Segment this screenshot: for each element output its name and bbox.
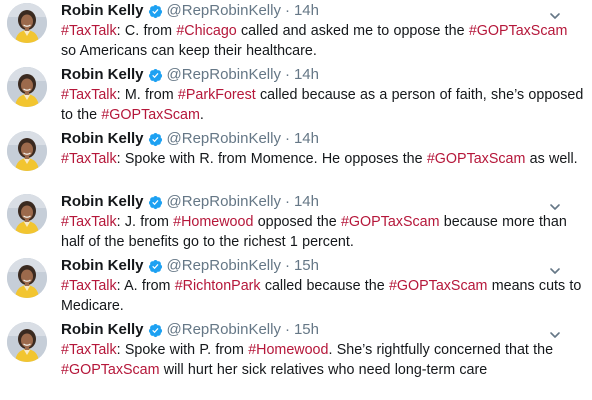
tweet-text-segment: will hurt her sick relatives who need lo… — [159, 362, 488, 378]
hashtag-link[interactable]: #RichtonPark — [175, 278, 261, 294]
tweet-header: Robin Kelly @RepRobinKelly · 14h — [61, 0, 319, 22]
author-handle[interactable]: @RepRobinKelly — [167, 319, 281, 341]
author-name[interactable]: Robin Kelly — [61, 191, 144, 213]
hashtag-link[interactable]: #Homewood — [248, 342, 328, 358]
tweet[interactable]: Robin Kelly @RepRobinKelly · 14h #TaxTalk: S… — [0, 128, 592, 192]
author-handle[interactable]: @RepRobinKelly — [167, 128, 281, 150]
timestamp[interactable]: 14h — [294, 0, 319, 22]
separator-dot: · — [284, 321, 290, 338]
hashtag-link[interactable]: #GOPTaxScam — [427, 151, 526, 167]
tweet-text: #TaxTalk: M. from #ParkForest called bec… — [61, 85, 586, 125]
tweet-text-segment: as well. — [525, 151, 578, 167]
hashtag-link[interactable]: #GOPTaxScam — [341, 214, 440, 230]
tweet-header: Robin Kelly @RepRobinKelly · 14h — [61, 128, 319, 150]
tweet[interactable]: Robin Kelly @RepRobinKelly · 14h #TaxTalk: M… — [0, 64, 592, 128]
author-name[interactable]: Robin Kelly — [61, 255, 144, 277]
author-name[interactable]: Robin Kelly — [61, 64, 144, 86]
avatar[interactable] — [7, 322, 47, 362]
hashtag-link[interactable]: #GOPTaxScam — [469, 23, 568, 39]
verified-badge-icon — [148, 68, 163, 83]
tweet-text-segment: : C. from — [116, 23, 177, 39]
author-handle[interactable]: @RepRobinKelly — [167, 255, 281, 277]
author-handle[interactable]: @RepRobinKelly — [167, 0, 281, 22]
hashtag-link[interactable]: #GOPTaxScam — [389, 278, 488, 294]
author-handle[interactable]: @RepRobinKelly — [167, 191, 281, 213]
timestamp[interactable]: 14h — [294, 64, 319, 86]
hashtag-link[interactable]: #GOPTaxScam — [61, 362, 160, 378]
avatar[interactable] — [7, 258, 47, 298]
tweet[interactable]: Robin Kelly @RepRobinKelly · 15h #TaxTalk: A… — [0, 255, 592, 319]
tweet-text-segment: opposed the — [253, 214, 341, 230]
tweet-text-segment: called and asked me to oppose the — [236, 23, 469, 39]
tweet-text-segment: so Americans can keep their healthcare. — [61, 43, 317, 59]
tweet-text: #TaxTalk: C. from #Chicago called and as… — [61, 21, 586, 61]
hashtag-link[interactable]: #TaxTalk — [61, 214, 117, 230]
verified-badge-icon — [148, 195, 163, 210]
timestamp[interactable]: 15h — [294, 319, 319, 341]
hashtag-link[interactable]: #TaxTalk — [61, 278, 117, 294]
tweet-text-segment: . — [199, 107, 204, 123]
tweet-header: Robin Kelly @RepRobinKelly · 14h — [61, 191, 319, 213]
verified-badge-icon — [148, 132, 163, 147]
hashtag-link[interactable]: #TaxTalk — [61, 87, 117, 103]
avatar[interactable] — [7, 3, 47, 43]
separator-dot: · — [284, 130, 290, 147]
separator-dot: · — [284, 66, 290, 83]
author-name[interactable]: Robin Kelly — [61, 128, 144, 150]
tweet-text-segment: : J. from — [116, 214, 174, 230]
avatar[interactable] — [7, 194, 47, 234]
tweet[interactable]: Robin Kelly @RepRobinKelly · 15h #TaxTalk: S… — [0, 319, 592, 383]
tweet-text-segment: called because the — [260, 278, 389, 294]
author-name[interactable]: Robin Kelly — [61, 0, 144, 22]
tweet-header: Robin Kelly @RepRobinKelly · 15h — [61, 255, 319, 277]
hashtag-link[interactable]: #ParkForest — [178, 87, 256, 103]
tweet-text-segment: . She’s rightfully concerned that the — [328, 342, 554, 358]
tweet-text: #TaxTalk: J. from #Homewood opposed the … — [61, 212, 586, 252]
separator-dot: · — [284, 193, 290, 210]
tweet-header: Robin Kelly @RepRobinKelly · 15h — [61, 319, 319, 341]
avatar[interactable] — [7, 67, 47, 107]
timestamp[interactable]: 15h — [294, 255, 319, 277]
tweet-text-segment: : A. from — [116, 278, 175, 294]
hashtag-link[interactable]: #Homewood — [173, 214, 253, 230]
tweet-header: Robin Kelly @RepRobinKelly · 14h — [61, 64, 319, 86]
hashtag-link[interactable]: #GOPTaxScam — [101, 107, 200, 123]
verified-badge-icon — [148, 323, 163, 338]
separator-dot: · — [284, 257, 290, 274]
timestamp[interactable]: 14h — [294, 191, 319, 213]
timestamp[interactable]: 14h — [294, 128, 319, 150]
hashtag-link[interactable]: #Chicago — [176, 23, 236, 39]
hashtag-link[interactable]: #TaxTalk — [61, 151, 117, 167]
tweet-text-segment: : Spoke with P. from — [116, 342, 249, 358]
tweet[interactable]: Robin Kelly @RepRobinKelly · 14h #TaxTalk: J… — [0, 191, 592, 255]
verified-badge-icon — [148, 259, 163, 274]
tweet-text-segment: : M. from — [116, 87, 178, 103]
author-handle[interactable]: @RepRobinKelly — [167, 64, 281, 86]
tweet-text: #TaxTalk: Spoke with P. from #Homewood. … — [61, 340, 586, 380]
verified-badge-icon — [148, 4, 163, 19]
separator-dot: · — [284, 2, 290, 19]
avatar[interactable] — [7, 131, 47, 171]
tweet-text: #TaxTalk: A. from #RichtonPark called be… — [61, 276, 586, 316]
tweet-text: #TaxTalk: Spoke with R. from Momence. He… — [61, 149, 586, 169]
tweet-text-segment: : Spoke with R. from Momence. He opposes… — [116, 151, 427, 167]
author-name[interactable]: Robin Kelly — [61, 319, 144, 341]
hashtag-link[interactable]: #TaxTalk — [61, 23, 117, 39]
tweet[interactable]: Robin Kelly @RepRobinKelly · 14h #TaxTalk: C… — [0, 0, 592, 64]
hashtag-link[interactable]: #TaxTalk — [61, 342, 117, 358]
